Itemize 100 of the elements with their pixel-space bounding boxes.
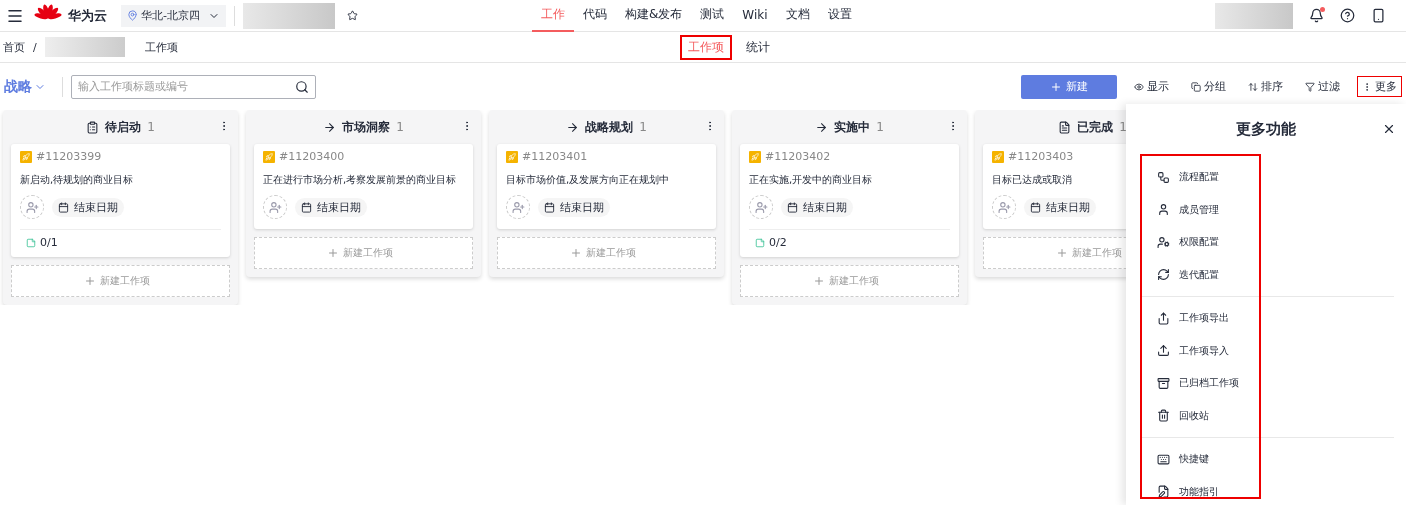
breadcrumb-link[interactable]: 首页: [3, 39, 25, 55]
column-count: 1: [396, 120, 404, 134]
rocket-icon: [263, 150, 275, 163]
toolbar-button[interactable]: 过滤: [1300, 76, 1345, 97]
nav-tab[interactable]: 代码: [574, 0, 616, 32]
work-item-card[interactable]: #11203399 新启动,待规划的商业目标 结束日期 0/1: [11, 144, 230, 257]
menu-item[interactable]: 功能指引: [1140, 475, 1394, 505]
item-title: 新启动,待规划的商业目标: [20, 173, 135, 187]
nav-tab[interactable]: Wiki: [733, 0, 777, 32]
work-item-card[interactable]: #11203402 正在实施,开发中的商业目标 结束日期 0/2: [740, 144, 959, 257]
toolbar-button[interactable]: 排序: [1243, 76, 1288, 97]
toolbar-button[interactable]: 更多: [1357, 76, 1402, 97]
menu-item[interactable]: 迭代配置: [1140, 258, 1394, 291]
calendar-icon: [544, 201, 555, 213]
eye-icon: [1134, 81, 1144, 92]
plus-icon: [1050, 80, 1062, 93]
work-item-card[interactable]: #11203400 正在进行市场分析,考察发展前景的商业目标 结束日期: [254, 144, 473, 229]
clipboard-icon: [86, 120, 100, 134]
user-plus-icon: [25, 200, 39, 214]
upload-icon: [1157, 344, 1170, 358]
breadcrumb-current: 工作项: [144, 39, 178, 55]
menu-item[interactable]: 权限配置: [1140, 226, 1394, 259]
calendar-icon: [787, 201, 798, 213]
export-icon: [1157, 311, 1170, 325]
end-date-chip[interactable]: 结束日期: [1024, 197, 1096, 217]
column-count: 1: [1119, 120, 1126, 134]
menu-item[interactable]: 快捷键: [1140, 443, 1394, 476]
arrow-icon: [323, 120, 337, 134]
help-icon[interactable]: [1340, 8, 1355, 23]
filter-icon: [1305, 81, 1315, 92]
keyboard-icon: [1157, 452, 1170, 466]
plus-icon: [812, 275, 825, 287]
view-dropdown[interactable]: 战略: [4, 77, 46, 96]
menu-item[interactable]: 工作项导入: [1140, 334, 1394, 367]
phone-icon[interactable]: [1371, 8, 1386, 23]
rocket-icon: [749, 150, 761, 163]
nav-tab[interactable]: 设置: [818, 0, 861, 32]
note-icon: [26, 237, 36, 248]
column-title: 待启动: [105, 118, 142, 136]
item-id: #11203403: [1008, 150, 1074, 163]
user-plus-icon: [268, 200, 282, 214]
calendar-icon: [1030, 201, 1041, 213]
brand-name: 华为云: [68, 6, 107, 25]
pin-icon: [127, 10, 138, 21]
plus-icon: [326, 247, 339, 259]
rocket-icon: [506, 150, 518, 163]
region-select[interactable]: 华北-北京四: [121, 4, 226, 27]
menu-item[interactable]: 成员管理: [1140, 193, 1394, 226]
menu-item[interactable]: 已归档工作项: [1140, 367, 1394, 400]
item-title: 目标市场价值,及发展方向正在规划中: [506, 173, 671, 187]
menu-item[interactable]: 工作项导出: [1140, 302, 1394, 335]
end-date-chip[interactable]: 结束日期: [538, 197, 610, 217]
column-title: 战略规划: [585, 118, 634, 136]
close-icon[interactable]: [1382, 122, 1396, 136]
rocket-icon: [992, 150, 1004, 163]
nav-tab[interactable]: 文档: [776, 0, 819, 32]
new-button[interactable]: 新建: [1021, 74, 1117, 99]
column-title: 实施中: [834, 118, 871, 136]
plus-icon: [83, 275, 96, 287]
bell-icon[interactable]: [1309, 8, 1324, 23]
calendar-icon: [58, 201, 69, 213]
archive-icon: [1157, 376, 1170, 390]
panel-title: 更多功能: [1236, 119, 1296, 139]
toolbar-button[interactable]: 显示: [1129, 76, 1174, 97]
item-title: 正在实施,开发中的商业目标: [749, 173, 874, 187]
document-icon: [1058, 120, 1072, 134]
copy-icon: [1191, 81, 1201, 92]
menu-item[interactable]: 流程配置: [1140, 161, 1394, 194]
guide-icon: [1157, 485, 1170, 499]
trash-icon: [1157, 409, 1170, 423]
column-count: 1: [639, 120, 647, 134]
column-title: 市场洞察: [342, 118, 391, 136]
menu-item[interactable]: 回收站: [1140, 399, 1394, 432]
nav-tab[interactable]: 测试: [691, 0, 734, 32]
item-id: #11203402: [765, 150, 831, 163]
workflow-icon: [1157, 170, 1170, 184]
user-plus-icon: [997, 200, 1011, 214]
plus-icon: [1055, 247, 1068, 259]
column-count: 1: [147, 120, 155, 134]
item-title: 目标已达成或取消: [992, 173, 1073, 187]
item-id: #11203399: [36, 150, 102, 163]
end-date-chip[interactable]: 结束日期: [781, 197, 853, 217]
nav-tab[interactable]: 构建&发布: [616, 0, 692, 32]
refresh-icon: [1157, 268, 1170, 282]
work-item-card[interactable]: #11203403 目标已达成或取消 结束日期: [983, 144, 1126, 229]
item-title: 正在进行市场分析,考察发展前景的商业目标: [263, 173, 458, 187]
toolbar-button[interactable]: 分组: [1186, 76, 1231, 97]
search-icon: [295, 79, 309, 94]
breadcrumb-separator: /: [33, 40, 37, 54]
work-item-card[interactable]: #11203401 目标市场价值,及发展方向正在规划中 结束日期: [497, 144, 716, 229]
user-plus-icon: [754, 200, 768, 214]
end-date-chip[interactable]: 结束日期: [52, 197, 124, 217]
column-title: 已完成: [1077, 118, 1114, 136]
item-id: #11203401: [522, 150, 588, 163]
column-count: 1: [876, 120, 884, 134]
sort-icon: [1248, 81, 1258, 92]
end-date-chip[interactable]: 结束日期: [295, 197, 367, 217]
star-icon[interactable]: [347, 10, 358, 21]
rocket-icon: [20, 150, 32, 163]
page-tab[interactable]: 统计: [737, 34, 778, 60]
